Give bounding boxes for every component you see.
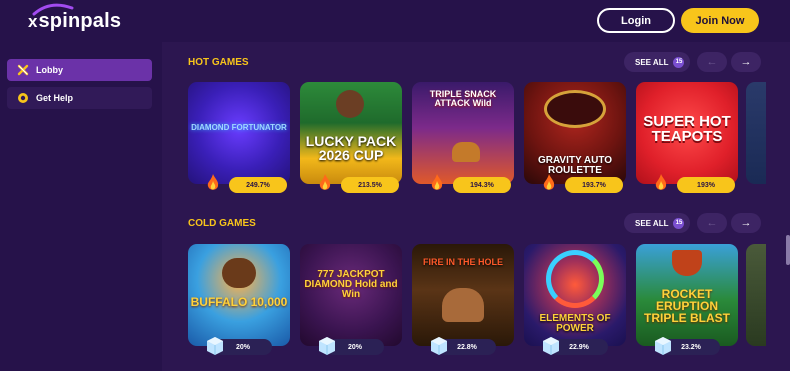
arrow-right-icon: → [740, 56, 752, 68]
game-tile-gravity-auto-roulette[interactable]: GRAVITY AUTO ROULETTE [524, 82, 626, 184]
miner-graphic [442, 288, 484, 322]
game-tile-partial[interactable] [746, 244, 766, 346]
game-tile-lucky-pack[interactable]: LUCKY PACK 2026 CUP [300, 82, 402, 184]
ice-cube-icon [431, 337, 447, 355]
game-title: SUPER HOT TEAPOTS [643, 113, 731, 145]
fire-icon [431, 174, 443, 190]
ice-cube-icon [543, 337, 559, 355]
rtp-badge: 193% [677, 177, 735, 193]
game-title: LUCKY PACK 2026 CUP [305, 133, 397, 163]
arrow-left-icon: ← [706, 217, 718, 229]
count-badge: 15 [673, 56, 685, 68]
rtp-value: 249.7% [246, 181, 270, 189]
rtp-value: 193.7% [582, 181, 606, 189]
ice-cube-icon [319, 337, 335, 355]
fire-icon [319, 174, 331, 190]
game-title: 777 JACKPOT DIAMOND Hold and Win [304, 269, 398, 300]
ice-cube-icon [207, 337, 223, 355]
prev-arrow-button-hot[interactable]: ← [697, 52, 727, 72]
game-title: GRAVITY AUTO ROULETTE [537, 155, 613, 176]
lobby-icon [17, 64, 29, 76]
burger-graphic [452, 142, 480, 162]
fire-icon [655, 174, 667, 190]
ice-cube-icon [655, 337, 671, 355]
rtp-value: 22.8% [457, 343, 477, 351]
fire-icon [207, 174, 219, 190]
see-all-button-cold[interactable]: SEE ALL 15 [624, 213, 690, 233]
game-tile-fire-in-the-hole[interactable]: FIRE IN THE HOLE [412, 244, 514, 346]
game-tile-777-jackpot-diamond[interactable]: 777 JACKPOT DIAMOND Hold and Win [300, 244, 402, 346]
prev-arrow-button-cold[interactable]: ← [697, 213, 727, 233]
sidebar-item-label: Lobby [36, 65, 63, 75]
top-bar: x spinpals Login Join Now [0, 0, 790, 42]
logo-x: x [28, 12, 38, 31]
volcano-graphic [672, 250, 702, 276]
arrow-right-icon: → [740, 217, 752, 229]
scrollbar-thumb[interactable] [786, 235, 790, 265]
help-icon [17, 92, 29, 104]
game-tile-triple-snack-attack[interactable]: TRIPLE SNACK ATTACK Wild [412, 82, 514, 184]
rtp-value: 193% [697, 181, 715, 189]
game-tile-super-hot-teapots[interactable]: SUPER HOT TEAPOTS [636, 82, 738, 184]
sidebar-item-label: Get Help [36, 93, 74, 103]
game-title: TRIPLE SNACK ATTACK Wild [429, 89, 497, 108]
buffalo-graphic [222, 258, 256, 288]
game-tile-buffalo-10000[interactable]: BUFFALO 10,000 [188, 244, 290, 346]
sidebar: Lobby Get Help [0, 42, 162, 371]
rtp-value: 23.2% [681, 343, 701, 351]
game-title: BUFFALO 10,000 [190, 295, 288, 309]
rtp-value: 20% [347, 343, 362, 351]
see-all-label: SEE ALL [635, 57, 669, 67]
rtp-value: 22.9% [569, 343, 589, 351]
fire-icon [543, 174, 555, 190]
game-title: DIAMOND FORTUNATOR [191, 123, 287, 132]
rtp-value: 194.3% [470, 181, 494, 189]
elements-wheel-graphic [546, 250, 604, 308]
section-title-hot-games: HOT GAMES [188, 57, 249, 68]
player-face [336, 90, 364, 118]
rtp-badge: 213.5% [341, 177, 399, 193]
rtp-badge: 193.7% [565, 177, 623, 193]
game-title: FIRE IN THE HOLE [422, 257, 503, 267]
game-tile-partial[interactable] [746, 82, 766, 184]
sidebar-item-lobby[interactable]: Lobby [7, 59, 152, 81]
rtp-value: 20% [235, 343, 250, 351]
game-tile-rocket-eruption[interactable]: ROCKET ERUPTION TRIPLE BLAST [636, 244, 738, 346]
sidebar-item-get-help[interactable]: Get Help [7, 87, 152, 109]
rtp-value: 213.5% [358, 181, 382, 189]
rtp-badge: 194.3% [453, 177, 511, 193]
rtp-badge: 249.7% [229, 177, 287, 193]
arrow-left-icon: ← [706, 56, 718, 68]
next-arrow-button-cold[interactable]: → [731, 213, 761, 233]
game-tile-diamond-fortunator[interactable]: DIAMOND FORTUNATOR [188, 82, 290, 184]
game-title: ELEMENTS OF POWER [539, 313, 611, 334]
see-all-button-hot[interactable]: SEE ALL 15 [624, 52, 690, 72]
see-all-label: SEE ALL [635, 218, 669, 228]
count-badge: 15 [673, 217, 685, 229]
game-tile-elements-of-power[interactable]: ELEMENTS OF POWER [524, 244, 626, 346]
section-title-cold-games: COLD GAMES [188, 218, 256, 229]
login-button[interactable]: Login [597, 8, 675, 33]
main-content: HOT GAMES SEE ALL 15 ← → DIAMOND FORTUNA… [162, 42, 790, 371]
spinpals-logo[interactable]: x spinpals [28, 3, 121, 34]
game-title: ROCKET ERUPTION TRIPLE BLAST [644, 287, 730, 325]
roulette-wheel-graphic [544, 90, 606, 128]
next-arrow-button-hot[interactable]: → [731, 52, 761, 72]
join-now-button[interactable]: Join Now [681, 8, 759, 33]
